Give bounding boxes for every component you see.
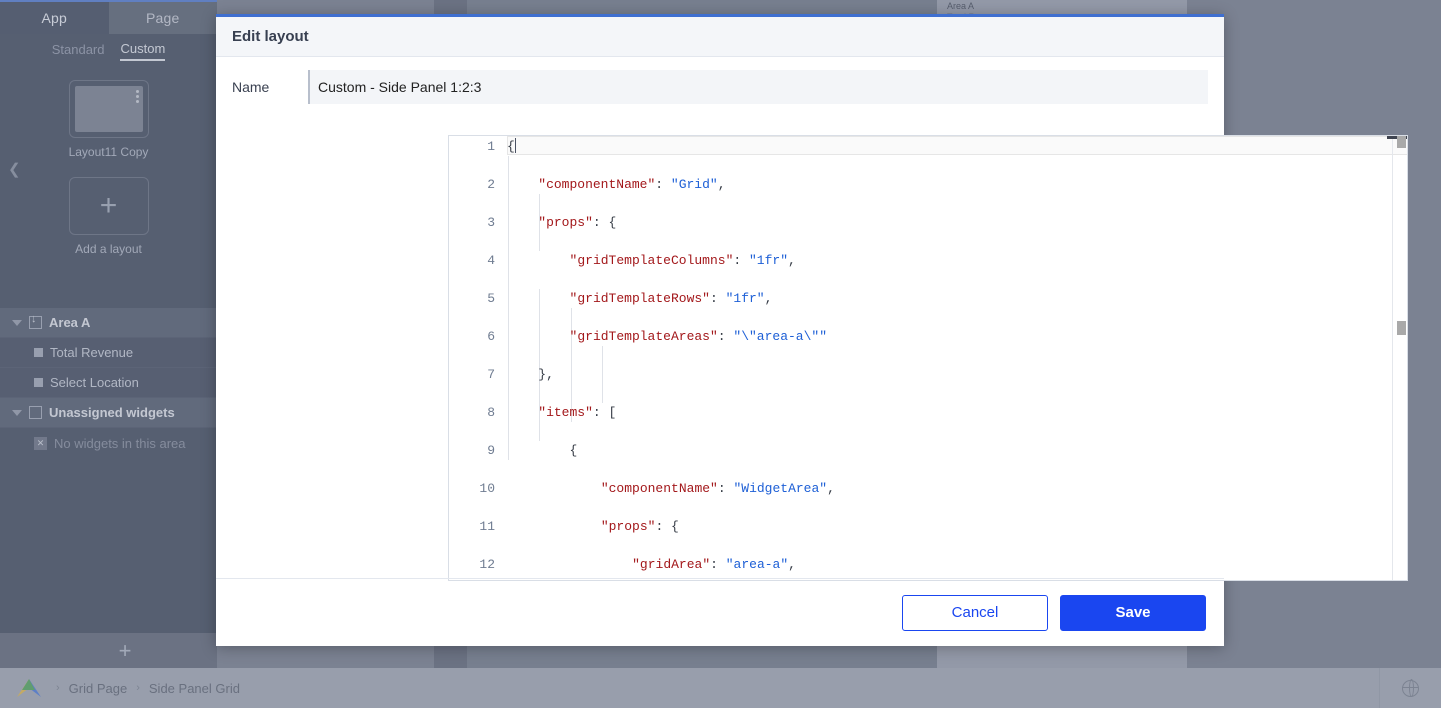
code-line[interactable]: 7}, bbox=[449, 365, 1407, 384]
code-line[interactable]: 10 "componentName": "WidgetArea", bbox=[449, 479, 1407, 498]
code-line-text: "gridTemplateColumns": "1fr", bbox=[569, 253, 796, 268]
code-line-text: "componentName": "Grid", bbox=[538, 177, 726, 192]
code-line[interactable]: 8 "items": [ bbox=[449, 403, 1407, 422]
code-line[interactable]: 1{ bbox=[449, 137, 1407, 156]
code-line[interactable]: 12 "gridArea": "area-a", bbox=[449, 555, 1407, 574]
line-number: 7 bbox=[487, 367, 495, 382]
application-root: App Page Standard Custom Layout11 Copy +… bbox=[0, 0, 1441, 708]
code-line-list: 1{2 "componentName": "Grid", 3 "props": {4 "… bbox=[449, 137, 1407, 572]
code-line-text: "props": { bbox=[538, 215, 617, 230]
line-number: 11 bbox=[479, 519, 495, 534]
line-number: 5 bbox=[487, 291, 495, 306]
code-line[interactable]: 3 "props": { bbox=[449, 213, 1407, 232]
line-number: 12 bbox=[479, 557, 495, 572]
code-line[interactable]: 2 "componentName": "Grid", bbox=[449, 175, 1407, 194]
code-editor-content[interactable]: 1{2 "componentName": "Grid", 3 "props": {4 "… bbox=[449, 136, 1407, 580]
line-number: 9 bbox=[487, 443, 495, 458]
code-line[interactable]: 11 "props": { bbox=[449, 517, 1407, 536]
line-number: 1 bbox=[487, 139, 495, 154]
line-number: 6 bbox=[487, 329, 495, 344]
code-line-text: "items": [ bbox=[538, 405, 617, 420]
line-number: 8 bbox=[487, 405, 495, 420]
dialog-title: Edit layout bbox=[232, 28, 309, 45]
code-line-text: "gridArea": "area-a", bbox=[632, 557, 796, 572]
code-line-text: "componentName": "WidgetArea", bbox=[600, 481, 835, 496]
code-line-text: }, bbox=[538, 367, 554, 382]
code-line[interactable]: 5 "gridTemplateRows": "1fr", bbox=[449, 289, 1407, 308]
name-field-row: Name bbox=[216, 57, 1224, 117]
dialog-footer: Cancel Save bbox=[216, 578, 1224, 646]
code-line-text: { bbox=[569, 443, 578, 458]
cancel-button[interactable]: Cancel bbox=[902, 594, 1048, 631]
code-line[interactable]: 6 "gridTemplateAreas": "\"area-a\"" bbox=[449, 327, 1407, 346]
line-number: 3 bbox=[487, 215, 495, 230]
code-line-text: "gridTemplateRows": "1fr", bbox=[569, 291, 773, 306]
code-line-text: "props": { bbox=[600, 519, 679, 534]
json-code-editor[interactable]: 1{2 "componentName": "Grid", 3 "props": {4 "… bbox=[448, 135, 1408, 581]
line-number: 10 bbox=[479, 481, 495, 496]
save-button[interactable]: Save bbox=[1060, 594, 1206, 631]
code-line[interactable]: 9{ bbox=[449, 441, 1407, 460]
line-number: 4 bbox=[487, 253, 495, 268]
dialog-header: Edit layout bbox=[216, 17, 1224, 57]
name-input[interactable] bbox=[308, 70, 1208, 104]
code-line-text: "gridTemplateAreas": "\"area-a\"" bbox=[569, 329, 828, 344]
line-number: 2 bbox=[487, 177, 495, 192]
edit-layout-dialog: Edit layout Name 1{2"componentName": "Gr… bbox=[216, 14, 1408, 646]
code-line-text: { bbox=[507, 139, 515, 154]
code-line[interactable]: 4 "gridTemplateColumns": "1fr", bbox=[449, 251, 1407, 270]
name-field-label: Name bbox=[232, 79, 270, 95]
